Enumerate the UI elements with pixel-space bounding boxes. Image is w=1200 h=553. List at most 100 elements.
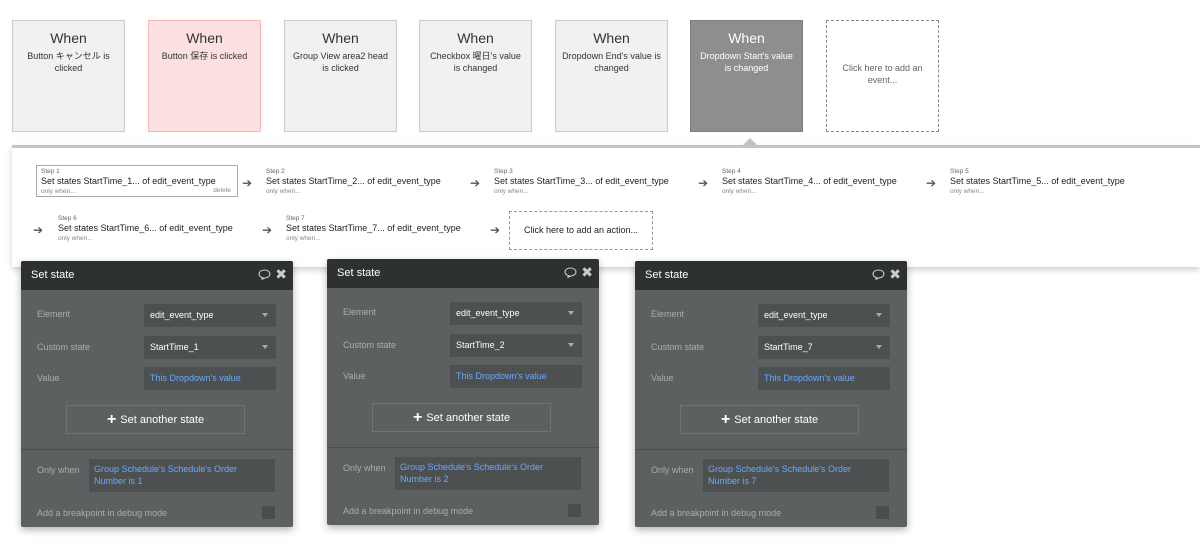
step-text: Set states StartTime_7... of edit_event_… bbox=[286, 223, 461, 233]
element-label: Element bbox=[651, 309, 685, 319]
set-state-editor-1: Set state ✖ Element edit_event_type Cust… bbox=[21, 261, 293, 527]
editor-header: Set state ✖ bbox=[327, 259, 599, 288]
selected-event-caret bbox=[743, 138, 757, 145]
add-event-label: Click here to add an event... bbox=[842, 63, 923, 85]
value-expression[interactable]: This Dropdown's value bbox=[450, 365, 582, 388]
element-dropdown[interactable]: edit_event_type bbox=[450, 302, 582, 325]
event-description: Button 保存 is clicked bbox=[161, 51, 248, 61]
set-another-state-label: Set another state bbox=[426, 412, 511, 424]
plus-icon: + bbox=[412, 409, 423, 426]
step-3[interactable]: Step 3 Set states StartTime_3... of edit… bbox=[494, 168, 669, 196]
custom-state-value: StartTime_1 bbox=[150, 342, 199, 352]
chevron-down-icon bbox=[568, 343, 574, 347]
event-card-group-view-area2[interactable]: When Group View area2 head is clicked bbox=[284, 20, 397, 132]
step-2[interactable]: Step 2 Set states StartTime_2... of edit… bbox=[266, 168, 441, 196]
only-when-label: Only when bbox=[343, 463, 386, 473]
step-only-when: only when... bbox=[722, 188, 757, 195]
element-label: Element bbox=[343, 307, 377, 317]
step-7[interactable]: Step 7 Set states StartTime_7... of edit… bbox=[286, 215, 461, 243]
set-another-state-button[interactable]: + Set another state bbox=[680, 405, 859, 434]
value-label: Value bbox=[651, 373, 674, 383]
close-icon[interactable]: ✖ bbox=[581, 264, 593, 280]
custom-state-dropdown[interactable]: StartTime_1 bbox=[144, 336, 276, 359]
step-text: Set states StartTime_5... of edit_event_… bbox=[950, 176, 1125, 186]
chevron-down-icon bbox=[876, 313, 882, 317]
step-text: Set states StartTime_4... of edit_event_… bbox=[722, 176, 897, 186]
close-icon[interactable]: ✖ bbox=[889, 266, 901, 282]
only-when-expression[interactable]: Group Schedule's Schedule's Order Number… bbox=[89, 459, 275, 492]
value-expression[interactable]: This Dropdown's value bbox=[144, 367, 276, 390]
set-another-state-label: Set another state bbox=[734, 414, 819, 426]
arrow-right-icon: ➔ bbox=[926, 176, 937, 190]
add-action-button[interactable]: Click here to add an action... bbox=[509, 211, 653, 250]
arrow-right-icon: ➔ bbox=[470, 176, 481, 190]
step-number: Step 7 bbox=[286, 215, 305, 222]
step-number: Step 2 bbox=[266, 168, 285, 175]
editor-divider bbox=[327, 447, 599, 448]
element-dropdown[interactable]: edit_event_type bbox=[758, 304, 890, 327]
step-only-when: only when... bbox=[41, 188, 76, 195]
set-another-state-button[interactable]: + Set another state bbox=[372, 403, 551, 432]
event-card-dropdown-end[interactable]: When Dropdown End's value is changed bbox=[555, 20, 668, 132]
editor-divider bbox=[635, 449, 907, 450]
breakpoint-checkbox[interactable] bbox=[876, 506, 889, 519]
event-card-checkbox-weekday[interactable]: When Checkbox 曜日's value is changed bbox=[419, 20, 532, 132]
chevron-down-icon bbox=[568, 311, 574, 315]
breakpoint-label: Add a breakpoint in debug mode bbox=[37, 508, 168, 518]
comment-icon[interactable] bbox=[872, 269, 885, 280]
breakpoint-checkbox[interactable] bbox=[568, 504, 581, 517]
value-expression[interactable]: This Dropdown's value bbox=[758, 367, 890, 390]
add-event-button[interactable]: Click here to add an event... bbox=[826, 20, 939, 132]
step-6[interactable]: Step 6 Set states StartTime_6... of edit… bbox=[58, 215, 233, 243]
only-when-label: Only when bbox=[651, 465, 694, 475]
step-delete-link[interactable]: delete bbox=[213, 187, 231, 194]
custom-state-value: StartTime_7 bbox=[764, 342, 813, 352]
close-icon[interactable]: ✖ bbox=[275, 266, 287, 282]
event-card-button-cancel[interactable]: When Button キャンセル is clicked bbox=[12, 20, 125, 132]
event-when-label: When bbox=[322, 30, 359, 46]
element-value: edit_event_type bbox=[764, 310, 828, 320]
breakpoint-label: Add a breakpoint in debug mode bbox=[343, 506, 474, 516]
step-1[interactable]: Step 1 Set states StartTime_1... of edit… bbox=[36, 165, 238, 197]
step-text: Set states StartTime_3... of edit_event_… bbox=[494, 176, 669, 186]
step-5[interactable]: Step 5 Set states StartTime_5... of edit… bbox=[950, 168, 1125, 196]
only-when-expression[interactable]: Group Schedule's Schedule's Order Number… bbox=[395, 457, 581, 490]
set-state-editor-2: Set state ✖ Element edit_event_type Cust… bbox=[327, 259, 599, 525]
set-another-state-button[interactable]: + Set another state bbox=[66, 405, 245, 434]
element-value: edit_event_type bbox=[456, 308, 520, 318]
event-card-button-save[interactable]: When Button 保存 is clicked bbox=[148, 20, 261, 132]
chevron-down-icon bbox=[262, 313, 268, 317]
plus-icon: + bbox=[720, 411, 731, 428]
step-number: Step 3 bbox=[494, 168, 513, 175]
event-when-label: When bbox=[728, 30, 765, 46]
arrow-right-icon: ➔ bbox=[490, 223, 501, 237]
event-description: Group View area2 head is clicked bbox=[293, 51, 388, 73]
arrow-right-icon: ➔ bbox=[242, 176, 253, 190]
custom-state-label: Custom state bbox=[343, 340, 397, 350]
arrow-right-icon: ➔ bbox=[262, 223, 273, 237]
event-when-label: When bbox=[50, 30, 87, 46]
element-dropdown[interactable]: edit_event_type bbox=[144, 304, 276, 327]
workflow-editor: When Button キャンセル is clicked When Button… bbox=[0, 0, 1200, 553]
value-label: Value bbox=[37, 373, 60, 383]
editor-title: Set state bbox=[31, 269, 75, 281]
set-state-editor-3: Set state ✖ Element edit_event_type Cust… bbox=[635, 261, 907, 527]
editor-divider bbox=[21, 449, 293, 450]
custom-state-value: StartTime_2 bbox=[456, 340, 505, 350]
step-4[interactable]: Step 4 Set states StartTime_4... of edit… bbox=[722, 168, 897, 196]
event-when-label: When bbox=[457, 30, 494, 46]
only-when-label: Only when bbox=[37, 465, 80, 475]
step-number: Step 5 bbox=[950, 168, 969, 175]
step-text: Set states StartTime_6... of edit_event_… bbox=[58, 223, 233, 233]
custom-state-dropdown[interactable]: StartTime_2 bbox=[450, 334, 582, 357]
only-when-expression[interactable]: Group Schedule's Schedule's Order Number… bbox=[703, 459, 889, 492]
step-text: Set states StartTime_2... of edit_event_… bbox=[266, 176, 441, 186]
comment-icon[interactable] bbox=[564, 267, 577, 278]
chevron-down-icon bbox=[262, 345, 268, 349]
comment-icon[interactable] bbox=[258, 269, 271, 280]
event-card-dropdown-start[interactable]: When Dropdown Start's value is changed bbox=[690, 20, 803, 132]
custom-state-label: Custom state bbox=[37, 342, 91, 352]
breakpoint-checkbox[interactable] bbox=[262, 506, 275, 519]
custom-state-dropdown[interactable]: StartTime_7 bbox=[758, 336, 890, 359]
chevron-down-icon bbox=[876, 345, 882, 349]
